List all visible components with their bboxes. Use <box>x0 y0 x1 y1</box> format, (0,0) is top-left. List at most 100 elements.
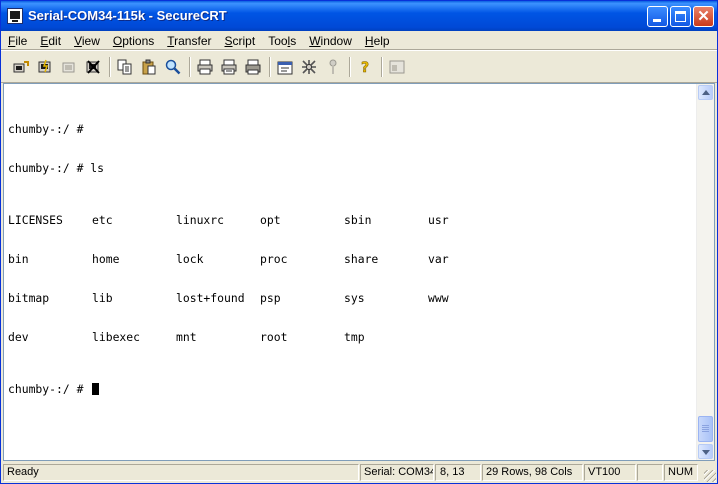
print-screen-icon <box>197 59 213 75</box>
menu-view[interactable]: View <box>67 31 106 50</box>
copy-button[interactable] <box>115 57 135 77</box>
disconnect-icon <box>86 60 100 74</box>
ls-entry: bitmap <box>8 291 50 305</box>
ls-entry: sys <box>344 291 365 305</box>
terminal-app-icon[interactable] <box>7 8 23 24</box>
ls-entry: www <box>428 291 449 305</box>
keymap-icon <box>329 59 337 74</box>
status-num-lock: NUM <box>664 464 698 481</box>
disconnect-button[interactable] <box>83 57 103 77</box>
ls-entry: usr <box>428 213 449 227</box>
close-icon: ✕ <box>697 8 710 25</box>
text-cursor <box>92 383 100 395</box>
menu-script[interactable]: Script <box>218 31 262 50</box>
svg-text:?: ? <box>361 60 369 75</box>
ls-entry: opt <box>260 213 281 227</box>
menu-help[interactable]: Help <box>358 31 396 50</box>
menu-tools[interactable]: Tools <box>261 31 302 50</box>
session-options-icon <box>277 61 293 75</box>
reconnect-icon <box>62 62 75 73</box>
paste-button[interactable] <box>139 57 159 77</box>
status-ready: Ready <box>3 464 359 481</box>
ls-row: dev libexec mnt root tmp <box>8 331 512 344</box>
toolbar: ? <box>1 52 717 83</box>
toolbar-separator <box>349 57 351 77</box>
prompt-text: chumby-:/ # <box>8 382 91 396</box>
paste-icon <box>142 59 156 75</box>
connect-button[interactable] <box>11 57 31 77</box>
scroll-thumb[interactable] <box>698 416 713 442</box>
ls-row: bin home lock proc share var <box>8 253 512 266</box>
ls-entry: home <box>92 252 120 266</box>
ls-entry: libexec <box>92 330 141 344</box>
ls-entry: share <box>344 252 379 266</box>
prompt-line[interactable]: chumby-:/ # <box>8 383 512 396</box>
ls-entry: LICENSES <box>8 213 63 227</box>
status-connection: Serial: COM34 <box>360 464 434 481</box>
window-title: Serial-COM34-115k - SecureCRT <box>28 8 227 23</box>
reconnect-button <box>59 57 79 77</box>
ls-entry: bin <box>8 252 29 266</box>
quick-connect-icon <box>38 59 51 73</box>
quick-connect-button[interactable] <box>35 57 55 77</box>
ls-row: bitmap lib lost+found psp sys www <box>8 292 512 305</box>
print-icon <box>245 59 261 75</box>
status-terminal-size: 29 Rows, 98 Cols <box>482 464 583 481</box>
terminal-line: chumby-:/ # ls <box>8 161 105 175</box>
ls-entry: proc <box>260 252 288 266</box>
scroll-up-button[interactable] <box>698 85 713 100</box>
ls-entry: lost+found <box>176 291 245 305</box>
keymap-button <box>323 57 343 77</box>
terminal-output[interactable]: chumby-:/ # chumby-:/ # ls LICENSES etc … <box>8 97 512 422</box>
ls-entry: root <box>260 330 288 344</box>
ls-entry: sbin <box>344 213 372 227</box>
tile-button <box>387 57 407 77</box>
resize-grip[interactable] <box>704 470 716 482</box>
ls-entry: var <box>428 252 449 266</box>
connect-icon <box>13 61 29 73</box>
status-emulation: VT100 <box>584 464 636 481</box>
scroll-down-button[interactable] <box>698 444 713 459</box>
menu-window[interactable]: Window <box>302 31 358 50</box>
toolbar-separator <box>109 57 111 77</box>
maximize-button[interactable] <box>670 6 691 27</box>
find-icon <box>165 59 181 75</box>
menu-edit[interactable]: Edit <box>33 31 67 50</box>
help-icon: ? <box>361 60 370 75</box>
menu-separator <box>1 50 717 51</box>
terminal-line: chumby-:/ # <box>8 122 84 136</box>
global-options-button[interactable] <box>299 57 319 77</box>
print-selection-button[interactable] <box>219 57 239 77</box>
status-cursor-position: 8, 13 <box>435 464 481 481</box>
ls-entry: psp <box>260 291 281 305</box>
ls-row: LICENSES etc linuxrc opt sbin usr <box>8 214 512 227</box>
ls-entry: mnt <box>176 330 197 344</box>
print-screen-button[interactable] <box>195 57 215 77</box>
tile-icon <box>389 60 405 74</box>
ls-entry: dev <box>8 330 29 344</box>
ls-entry: lock <box>176 252 204 266</box>
print-selection-icon <box>221 59 237 75</box>
session-options-button[interactable] <box>275 57 295 77</box>
minimize-icon <box>653 19 661 22</box>
menu-bar: File Edit View Options Transfer Script T… <box>1 31 717 50</box>
vertical-scrollbar[interactable] <box>696 84 714 460</box>
help-button[interactable]: ? <box>355 57 375 77</box>
minimize-button[interactable] <box>647 6 668 27</box>
title-bar[interactable]: Serial-COM34-115k - SecureCRT ✕ <box>1 1 717 31</box>
toolbar-separator <box>269 57 271 77</box>
ls-entry: etc <box>92 213 113 227</box>
ls-entry: lib <box>92 291 113 305</box>
status-empty-field <box>637 464 663 481</box>
terminal-panel[interactable]: chumby-:/ # chumby-:/ # ls LICENSES etc … <box>3 83 715 461</box>
toolbar-separator <box>381 57 383 77</box>
copy-icon <box>117 59 132 75</box>
global-options-icon <box>302 60 316 74</box>
print-button[interactable] <box>243 57 263 77</box>
close-button[interactable]: ✕ <box>693 6 714 27</box>
menu-file[interactable]: File <box>1 31 33 50</box>
find-button[interactable] <box>163 57 183 77</box>
menu-options[interactable]: Options <box>106 31 160 50</box>
status-bar: Ready Serial: COM34 8, 13 29 Rows, 98 Co… <box>1 462 717 483</box>
menu-transfer[interactable]: Transfer <box>160 31 217 50</box>
